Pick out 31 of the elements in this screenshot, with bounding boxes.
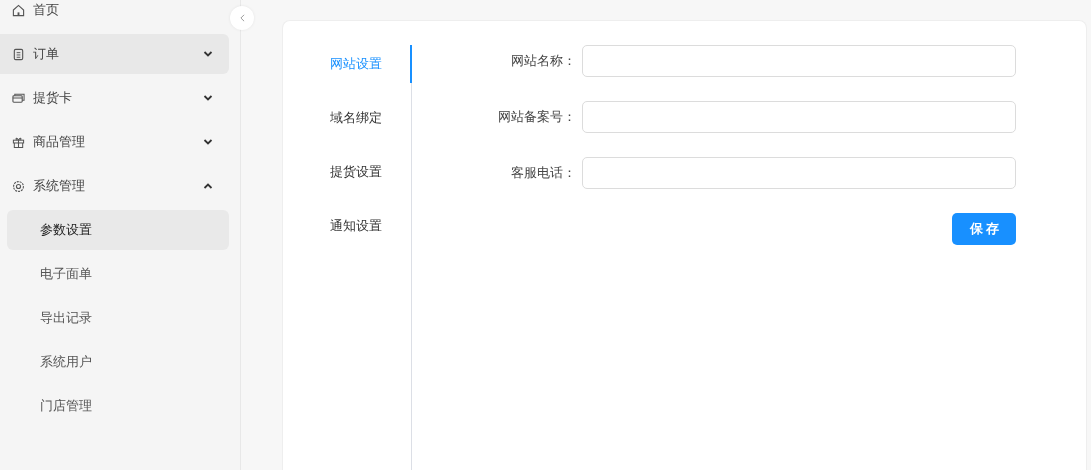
home-icon [12,3,25,17]
submenu-item[interactable]: 导出记录 [7,298,229,338]
chevron-left-icon [239,14,245,22]
input-field[interactable] [582,157,1016,189]
document-icon [12,47,25,61]
submenu-item[interactable]: 门店管理 [7,386,229,426]
menu-item[interactable]: 商品管理 [0,122,229,162]
field-label: 网站备案号： [498,108,576,126]
menu-label: 订单 [33,45,60,63]
menu-label: 系统管理 [33,177,86,195]
card-icon [12,91,25,105]
collapse-button[interactable] [230,6,254,30]
menu-item[interactable]: 首页 [0,0,229,30]
menu-label: 首页 [33,1,60,19]
field-label: 客服电话： [511,164,576,182]
input-field[interactable] [582,45,1016,77]
field-label: 网站名称： [511,52,576,70]
submenu-item[interactable]: 系统用户 [7,342,229,382]
tab[interactable]: 通知设置 [283,207,412,245]
submenu-item[interactable]: 电子面单 [7,254,229,294]
menu-item[interactable]: 系统管理 [0,166,229,206]
gift-icon [12,135,25,149]
input-field[interactable] [582,101,1016,133]
submenu-item[interactable]: 参数设置 [7,210,229,250]
menu-item[interactable]: 提货卡 [0,78,229,118]
menu-item[interactable]: 订单 [0,34,229,74]
tab[interactable]: 域名绑定 [283,99,412,137]
settings-icon [12,179,25,193]
tab[interactable]: 提货设置 [283,153,412,191]
menu-label: 商品管理 [33,133,86,151]
menu-label: 提货卡 [33,89,73,107]
